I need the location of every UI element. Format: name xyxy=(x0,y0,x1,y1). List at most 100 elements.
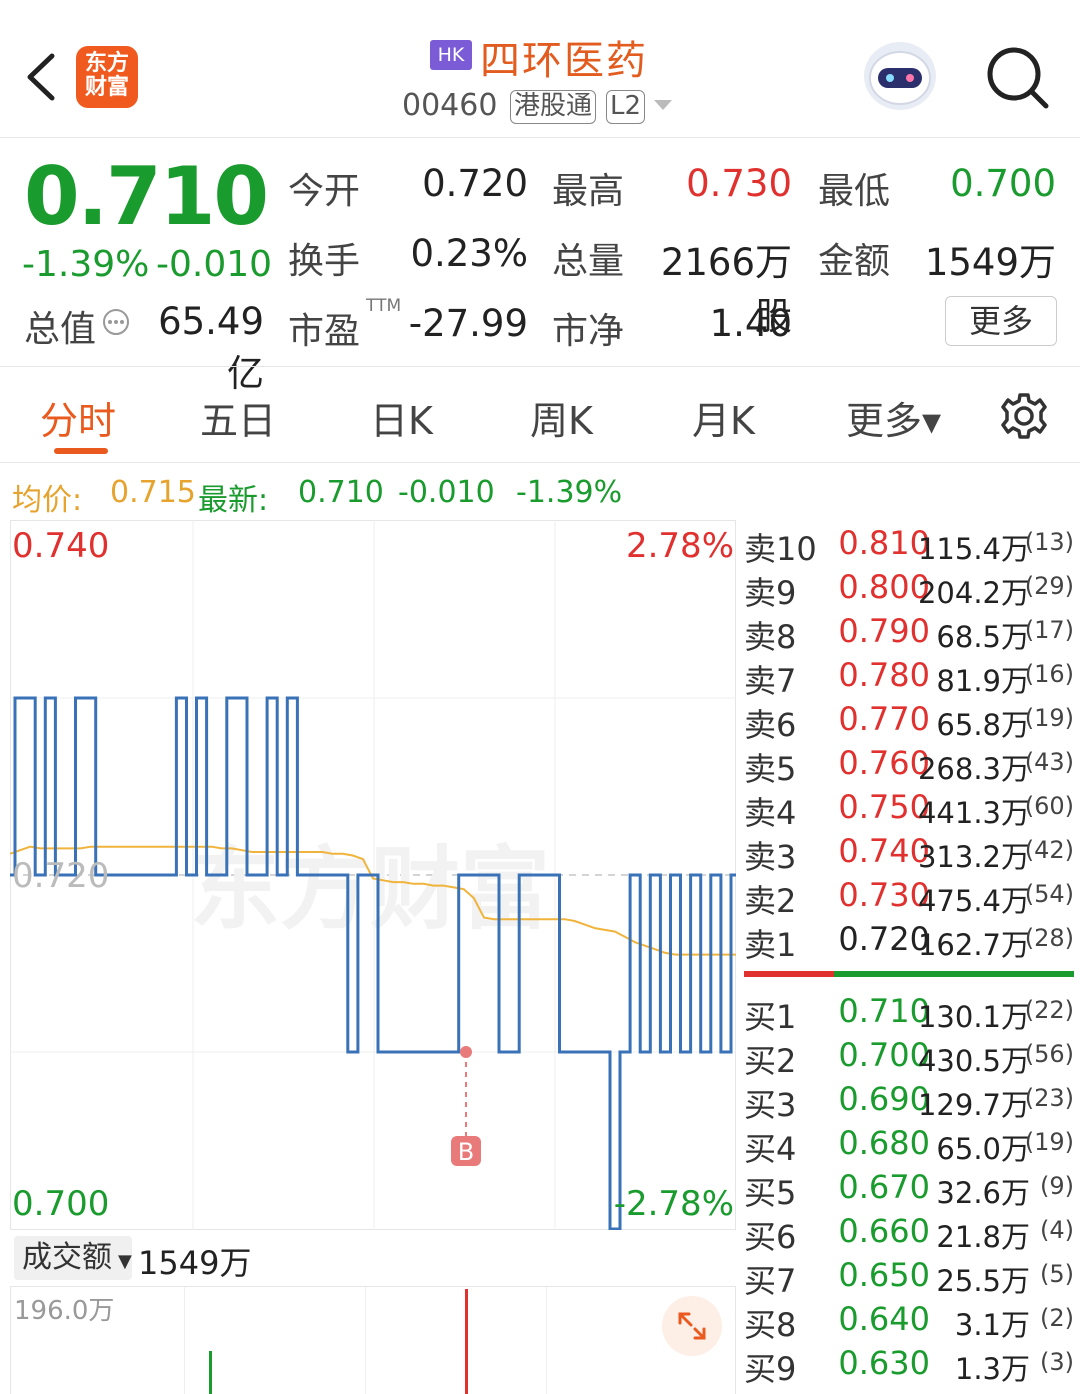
ask-row[interactable]: 卖5 0.760 268.3万 (43) xyxy=(744,744,1078,788)
level-volume: 68.5万 xyxy=(936,620,1030,654)
turnover-value: 0.23% xyxy=(410,232,528,275)
level-label: 卖5 xyxy=(744,750,797,788)
ask-row[interactable]: 卖8 0.790 68.5万 (17) xyxy=(744,612,1078,656)
tab-daily-k[interactable]: 日K xyxy=(370,390,433,445)
bid-row[interactable]: 买4 0.680 65.0万 (19) xyxy=(744,1124,1078,1168)
level-label: 买3 xyxy=(744,1086,797,1124)
level-volume: 268.3万 xyxy=(917,752,1030,786)
search-icon[interactable] xyxy=(984,44,1050,110)
high-label: 最高 xyxy=(552,171,625,212)
level-volume: 115.4万 xyxy=(917,532,1030,566)
assistant-avatar[interactable] xyxy=(864,42,936,110)
price-line xyxy=(10,696,736,1231)
high-value: 0.730 xyxy=(686,162,792,205)
level-price: 0.630 xyxy=(838,1344,930,1382)
open-label: 今开 xyxy=(288,171,361,212)
level-count: (22) xyxy=(1024,996,1074,1024)
level-label: 卖6 xyxy=(744,706,797,744)
intraday-chart[interactable]: 东方财富 B 0.740 0.720 0.700 2.78% -2.78% xyxy=(9,520,736,1231)
ask-row[interactable]: 卖2 0.730 475.4万 (54) xyxy=(744,876,1078,920)
bid-row[interactable]: 买5 0.670 32.6万 (9) xyxy=(744,1168,1078,1212)
amount-label: 金额 xyxy=(818,241,891,282)
level-count: (29) xyxy=(1024,572,1074,600)
level-price: 0.700 xyxy=(838,1036,930,1074)
volume-metric-select[interactable]: 成交额 ▼ xyxy=(14,1236,132,1280)
logo-text-2: 财富 xyxy=(84,75,129,100)
watermark: 东方财富 xyxy=(190,837,550,942)
bid-row[interactable]: 买7 0.650 25.5万 (5) xyxy=(744,1256,1078,1300)
low-value: 0.700 xyxy=(950,162,1056,205)
dropdown-icon[interactable] xyxy=(652,98,674,112)
info-icon[interactable] xyxy=(102,308,130,336)
level-volume: 1.3万 xyxy=(954,1352,1030,1386)
ask-row[interactable]: 卖4 0.750 441.3万 (60) xyxy=(744,788,1078,832)
level-price: 0.810 xyxy=(838,524,930,562)
app-logo[interactable]: 东方 财富 xyxy=(76,46,138,108)
tab-intraday[interactable]: 分时 xyxy=(40,390,116,445)
pct-axis-top: 2.78% xyxy=(625,526,734,566)
level-price: 0.730 xyxy=(838,876,930,914)
level-volume: 3.1万 xyxy=(954,1308,1030,1342)
bid-row[interactable]: 买6 0.660 21.8万 (4) xyxy=(744,1212,1078,1256)
expand-chart-button[interactable] xyxy=(662,1296,722,1356)
ask-row[interactable]: 卖7 0.780 81.9万 (16) xyxy=(744,656,1078,700)
ask-row[interactable]: 卖6 0.770 65.8万 (19) xyxy=(744,700,1078,744)
bid-row[interactable]: 买1 0.710 130.1万 (22) xyxy=(744,992,1078,1036)
bid-row[interactable]: 买3 0.690 129.7万 (23) xyxy=(744,1080,1078,1124)
tab-five-day[interactable]: 五日 xyxy=(200,390,276,445)
active-tab-indicator xyxy=(54,448,108,454)
bid-row[interactable]: 买2 0.700 430.5万 (56) xyxy=(744,1036,1078,1080)
level-price: 0.740 xyxy=(838,832,930,870)
level-label: 买1 xyxy=(744,998,797,1036)
level-count: (5) xyxy=(1040,1260,1074,1288)
level-count: (19) xyxy=(1024,704,1074,732)
intraday-chart-svg: 东方财富 B xyxy=(9,520,736,1231)
latest-label: 最新: xyxy=(198,483,269,518)
grid-line xyxy=(365,1287,366,1394)
stock-code: 00460 xyxy=(402,88,498,123)
level-price: 0.690 xyxy=(838,1080,930,1118)
ask-row[interactable]: 卖1 0.720 162.7万 (28) xyxy=(744,920,1078,964)
level-price: 0.770 xyxy=(838,700,930,738)
more-quote-button[interactable]: 更多 xyxy=(945,296,1057,346)
level-count: (54) xyxy=(1024,880,1074,908)
ask-row[interactable]: 卖3 0.740 313.2万 (42) xyxy=(744,832,1078,876)
connect-tag: 港股通 xyxy=(510,90,597,124)
divider xyxy=(0,366,1080,367)
level-count: (60) xyxy=(1024,792,1074,820)
tab-monthly-k[interactable]: 月K xyxy=(692,390,755,445)
level-price: 0.640 xyxy=(838,1300,930,1338)
bid-row[interactable]: 买9 0.630 1.3万 (3) xyxy=(744,1344,1078,1388)
level-volume: 81.9万 xyxy=(936,664,1030,698)
level-count: (9) xyxy=(1040,1172,1074,1200)
level-label: 卖10 xyxy=(744,530,817,568)
logo-text-1: 东方 xyxy=(84,51,129,76)
pct-axis-bottom: -2.78% xyxy=(613,1184,734,1224)
level-count: (42) xyxy=(1024,836,1074,864)
back-icon[interactable] xyxy=(24,52,58,102)
level-volume: 21.8万 xyxy=(936,1220,1030,1254)
level-label: 买6 xyxy=(744,1218,797,1256)
info-change-pct: -1.39% xyxy=(516,475,623,510)
bid-row[interactable]: 买8 0.640 3.1万 (2) xyxy=(744,1300,1078,1344)
open-value: 0.720 xyxy=(422,162,528,205)
settings-gear-icon[interactable] xyxy=(998,390,1050,442)
level-label: 卖7 xyxy=(744,662,797,700)
amount-value: 1549万 xyxy=(924,241,1056,284)
ask-row[interactable]: 卖9 0.800 204.2万 (29) xyxy=(744,568,1078,612)
tab-more[interactable]: 更多▾ xyxy=(846,390,941,445)
level-label: 买7 xyxy=(744,1262,797,1300)
level-label: 买4 xyxy=(744,1130,797,1168)
volume-max-label: 196.0万 xyxy=(14,1296,115,1326)
level-label: 卖3 xyxy=(744,838,797,876)
change-abs: -0.010 xyxy=(156,244,273,285)
level-price: 0.670 xyxy=(838,1168,930,1206)
volume-bar xyxy=(209,1351,212,1394)
level-volume: 65.8万 xyxy=(936,708,1030,742)
chart-lines xyxy=(9,696,736,1231)
pe-ttm-sup: TTM xyxy=(366,296,402,316)
ask-row[interactable]: 卖10 0.810 115.4万 (13) xyxy=(744,524,1078,568)
level-label: 卖8 xyxy=(744,618,797,656)
tab-weekly-k[interactable]: 周K xyxy=(530,390,593,445)
robot-icon xyxy=(869,51,931,105)
